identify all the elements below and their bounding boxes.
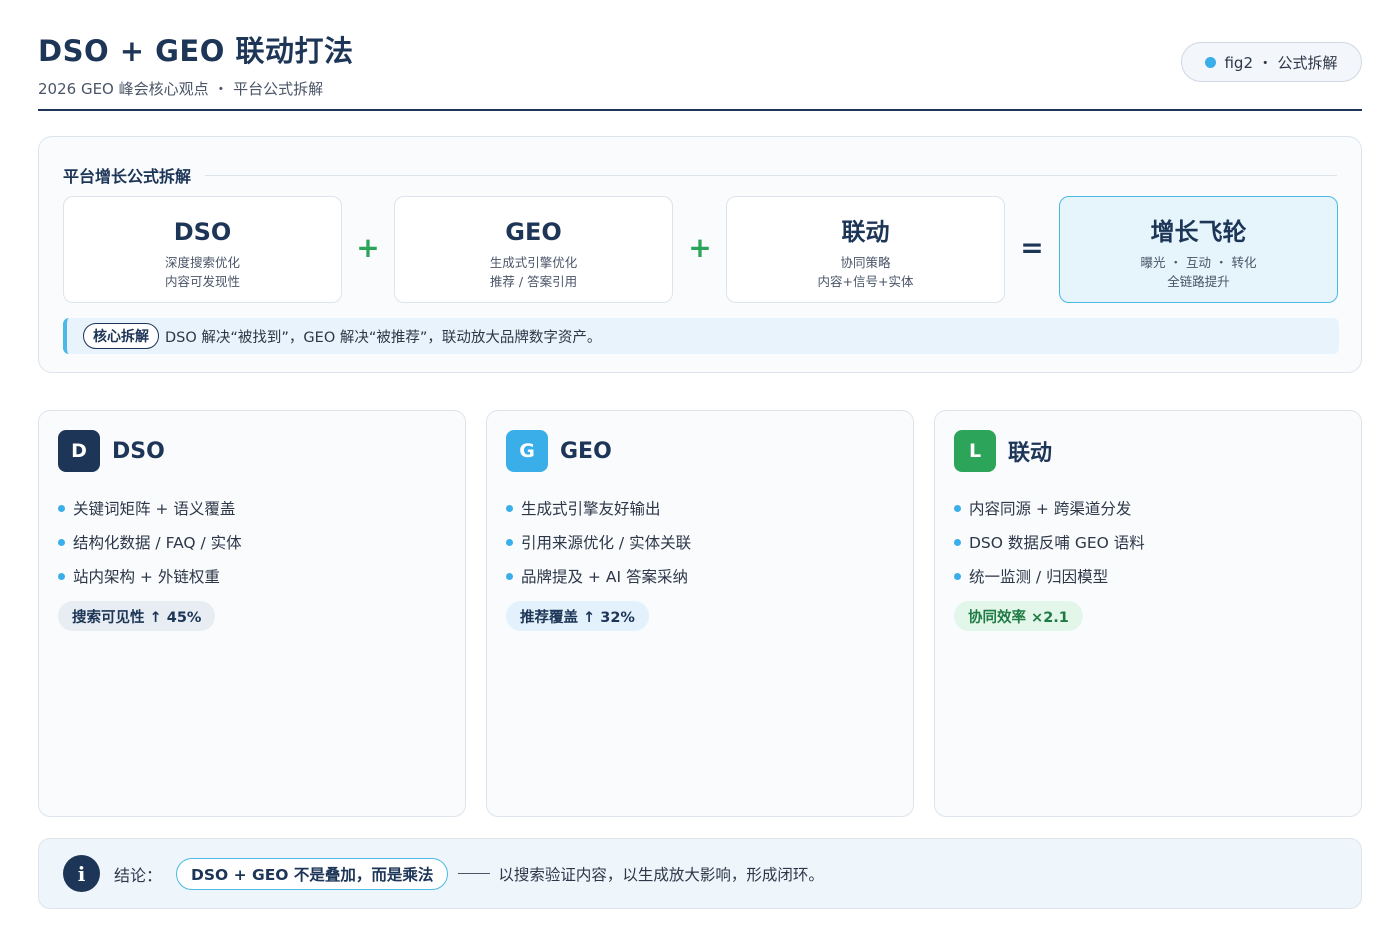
metric-badge: 推荐覆盖 ↑ 32%	[506, 601, 649, 631]
card-header: L 联动	[954, 430, 1052, 472]
metric-badge: 协同效率 ×2.1	[954, 601, 1083, 631]
formula-box-line: 生成式引擎优化	[489, 255, 578, 270]
card-title: 联动	[1008, 441, 1053, 466]
formula-box-subtitle: 深度搜索优化 内容可发现性	[64, 253, 341, 291]
bullet-icon	[954, 538, 961, 546]
formula-panel: 平台增长公式拆解 DSO 深度搜索优化 内容可发现性 + GEO 生成式引擎优化…	[38, 136, 1362, 373]
list-item: 站内架构 + 外链权重	[58, 559, 242, 593]
card-title: GEO	[560, 438, 612, 464]
formula-box-line: 全链路提升	[1167, 274, 1230, 289]
letter-g-icon: G	[506, 430, 548, 472]
card-dso: D DSO 关键词矩阵 + 语义覆盖 结构化数据 / FAQ / 实体 站内架构…	[38, 410, 466, 817]
list-item-text: 结构化数据 / FAQ / 实体	[73, 534, 242, 552]
formula-box-line: 内容可发现性	[164, 274, 240, 289]
info-icon: i	[63, 855, 100, 892]
list-item: 内容同源 + 跨渠道分发	[954, 491, 1145, 525]
plus-operator: +	[688, 231, 712, 264]
formula-box-subtitle: 曝光 ・ 互动 ・ 转化 全链路提升	[1060, 253, 1337, 291]
bullet-icon	[506, 504, 513, 512]
list-item: 引用来源优化 / 实体关联	[506, 525, 691, 559]
core-insight-bar: 核心拆解 DSO 解决“被找到”，GEO 解决“被推荐”，联动放大品牌数字资产。	[63, 318, 1339, 354]
core-text: DSO 解决“被找到”，GEO 解决“被推荐”，联动放大品牌数字资产。	[165, 329, 602, 346]
formula-box-title: DSO	[173, 218, 232, 246]
conclusion-bar: i 结论： DSO + GEO 不是叠加，而是乘法 以搜索验证内容，以生成放大影…	[38, 838, 1362, 909]
list-item: 关键词矩阵 + 语义覆盖	[58, 491, 242, 525]
figure-tag-label: fig2 ・ 公式拆解	[1224, 53, 1338, 72]
bullet-icon	[58, 572, 65, 580]
letter-d-icon: D	[58, 430, 100, 472]
bullet-icon	[58, 538, 65, 546]
formula-box-line: 推荐 / 答案引用	[489, 274, 578, 289]
formula-box-line: 深度搜索优化	[164, 255, 240, 270]
list-item-text: DSO 数据反哺 GEO 语料	[969, 534, 1145, 552]
list-item: 结构化数据 / FAQ / 实体	[58, 525, 242, 559]
bullet-icon	[954, 572, 961, 580]
page-subtitle: 2026 GEO 峰会核心观点 ・ 平台公式拆解	[38, 80, 324, 98]
list-item-text: 品牌提及 + AI 答案采纳	[521, 568, 688, 586]
formula-box-title: GEO	[505, 218, 562, 246]
conclusion-label: 结论：	[114, 865, 163, 885]
formula-box-subtitle: 协同策略 内容+信号+实体	[727, 253, 1004, 291]
formula-box-geo: GEO 生成式引擎优化 推荐 / 答案引用	[394, 196, 673, 303]
plus-operator: +	[356, 231, 380, 264]
card-header: D DSO	[58, 430, 165, 472]
list-item: DSO 数据反哺 GEO 语料	[954, 525, 1145, 559]
formula-box-line: 曝光 ・ 互动 ・ 转化	[1140, 255, 1257, 270]
core-badge: 核心拆解	[83, 323, 159, 349]
formula-box-title: 增长飞轮	[1150, 218, 1247, 246]
card-list: 生成式引擎友好输出 引用来源优化 / 实体关联 品牌提及 + AI 答案采纳	[506, 491, 691, 593]
conclusion-highlight: DSO + GEO 不是叠加，而是乘法	[176, 857, 449, 890]
list-item-text: 关键词矩阵 + 语义覆盖	[73, 500, 236, 518]
card-title: DSO	[112, 438, 165, 464]
figure-tag: fig2 ・ 公式拆解	[1181, 42, 1362, 82]
card-list: 关键词矩阵 + 语义覆盖 结构化数据 / FAQ / 实体 站内架构 + 外链权…	[58, 491, 242, 593]
list-item-text: 生成式引擎友好输出	[521, 500, 661, 518]
metric-badge: 搜索可见性 ↑ 45%	[58, 601, 216, 631]
card-header: G GEO	[506, 430, 612, 472]
bullet-icon	[58, 504, 65, 512]
letter-l-icon: L	[954, 430, 996, 472]
list-item: 生成式引擎友好输出	[506, 491, 691, 525]
section-header: 平台增长公式拆解	[63, 163, 1337, 187]
formula-box-line: 协同策略	[840, 255, 891, 270]
bullet-icon	[506, 572, 513, 580]
section-divider	[205, 174, 1337, 176]
formula-box-line: 内容+信号+实体	[817, 274, 914, 289]
page-title: DSO + GEO 联动打法	[38, 34, 354, 68]
list-item-text: 引用来源优化 / 实体关联	[521, 534, 692, 552]
formula-box-subtitle: 生成式引擎优化 推荐 / 答案引用	[395, 253, 672, 291]
list-item-text: 站内架构 + 外链权重	[73, 568, 220, 586]
list-item: 品牌提及 + AI 答案采纳	[506, 559, 691, 593]
list-item-text: 统一监测 / 归因模型	[969, 568, 1109, 586]
conclusion-text: 以搜索验证内容，以生成放大影响，形成闭环。	[498, 865, 824, 884]
formula-box-linkage: 联动 协同策略 内容+信号+实体	[726, 196, 1005, 303]
section-title: 平台增长公式拆解	[63, 167, 192, 186]
bullet-icon	[506, 538, 513, 546]
list-item: 统一监测 / 归因模型	[954, 559, 1145, 593]
formula-box-title: 联动	[841, 218, 890, 246]
bullet-icon	[954, 504, 961, 512]
header: DSO + GEO 联动打法 2026 GEO 峰会核心观点 ・ 平台公式拆解	[38, 28, 353, 99]
header-divider	[38, 109, 1362, 111]
formula-box-dso: DSO 深度搜索优化 内容可发现性	[63, 196, 342, 303]
card-linkage: L 联动 内容同源 + 跨渠道分发 DSO 数据反哺 GEO 语料 统一监测 /…	[934, 410, 1362, 817]
formula-box-result: 增长飞轮 曝光 ・ 互动 ・ 转化 全链路提升	[1059, 196, 1338, 303]
card-geo: G GEO 生成式引擎友好输出 引用来源优化 / 实体关联 品牌提及 + AI …	[486, 410, 914, 817]
list-item-text: 内容同源 + 跨渠道分发	[969, 500, 1132, 518]
conclusion-dash	[458, 873, 491, 874]
dot-icon	[1205, 56, 1217, 68]
equals-operator: =	[1020, 231, 1044, 264]
card-list: 内容同源 + 跨渠道分发 DSO 数据反哺 GEO 语料 统一监测 / 归因模型	[954, 491, 1145, 593]
